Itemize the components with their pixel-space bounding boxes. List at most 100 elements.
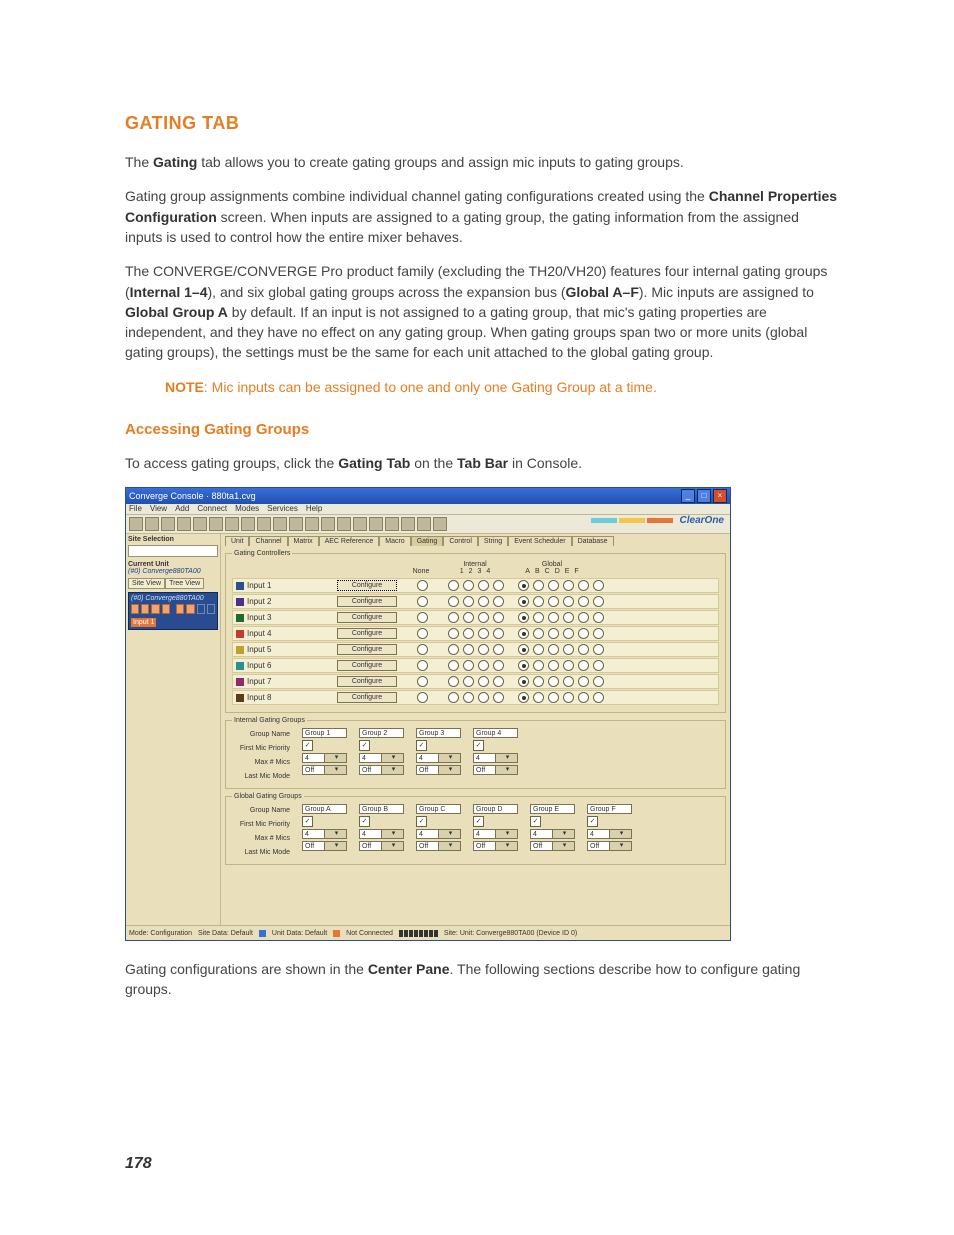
max-mics-dropdown[interactable]: 4▾ — [473, 753, 518, 763]
max-mics-dropdown[interactable]: 4▾ — [359, 829, 404, 839]
radio-global[interactable] — [578, 612, 589, 623]
radio-global[interactable] — [533, 612, 544, 623]
last-mic-dropdown[interactable]: Off▾ — [416, 841, 461, 851]
radio-global[interactable] — [548, 660, 559, 671]
radio-global[interactable] — [563, 660, 574, 671]
radio-global[interactable] — [548, 580, 559, 591]
max-mics-dropdown[interactable]: 4▾ — [416, 829, 461, 839]
radio-global[interactable] — [578, 644, 589, 655]
tab-string[interactable]: String — [478, 536, 508, 546]
max-mics-dropdown[interactable]: 4▾ — [302, 829, 347, 839]
first-mic-checkbox[interactable] — [302, 816, 313, 827]
group-name-input[interactable]: Group B — [359, 804, 404, 814]
minimize-button[interactable]: _ — [681, 489, 695, 503]
radio-internal[interactable] — [463, 612, 474, 623]
first-mic-checkbox[interactable] — [473, 816, 484, 827]
radio-internal[interactable] — [463, 692, 474, 703]
radio-internal[interactable] — [478, 676, 489, 687]
radio-global[interactable] — [518, 644, 529, 655]
toolbar-icon[interactable] — [369, 517, 383, 531]
radio-internal[interactable] — [493, 596, 504, 607]
max-mics-dropdown[interactable]: 4▾ — [359, 753, 404, 763]
last-mic-dropdown[interactable]: Off▾ — [530, 841, 575, 851]
radio-internal[interactable] — [463, 628, 474, 639]
radio-internal[interactable] — [478, 612, 489, 623]
radio-global[interactable] — [548, 692, 559, 703]
radio-internal[interactable] — [493, 676, 504, 687]
radio-internal[interactable] — [463, 644, 474, 655]
radio-global[interactable] — [548, 596, 559, 607]
radio-internal[interactable] — [448, 644, 459, 655]
toolbar-icon[interactable] — [257, 517, 271, 531]
toolbar-icon[interactable] — [417, 517, 431, 531]
configure-button[interactable]: Configure — [337, 596, 397, 607]
toolbar-icon[interactable] — [225, 517, 239, 531]
last-mic-dropdown[interactable]: Off▾ — [416, 765, 461, 775]
radio-global[interactable] — [518, 676, 529, 687]
tab-database[interactable]: Database — [572, 536, 614, 546]
first-mic-checkbox[interactable] — [416, 816, 427, 827]
radio-global[interactable] — [518, 580, 529, 591]
toolbar-icon[interactable] — [305, 517, 319, 531]
group-name-input[interactable]: Group 1 — [302, 728, 347, 738]
radio-global[interactable] — [563, 692, 574, 703]
radio-global[interactable] — [518, 596, 529, 607]
selected-input[interactable]: Input 1 — [131, 618, 156, 627]
last-mic-dropdown[interactable]: Off▾ — [302, 765, 347, 775]
first-mic-checkbox[interactable] — [359, 740, 370, 751]
close-button[interactable]: × — [713, 489, 727, 503]
menu-item[interactable]: Add — [175, 505, 189, 513]
group-name-input[interactable]: Group A — [302, 804, 347, 814]
radio-global[interactable] — [593, 628, 604, 639]
radio-internal[interactable] — [448, 660, 459, 671]
group-name-input[interactable]: Group 4 — [473, 728, 518, 738]
radio-global[interactable] — [533, 628, 544, 639]
radio-global[interactable] — [518, 612, 529, 623]
configure-button[interactable]: Configure — [337, 612, 397, 623]
configure-button[interactable]: Configure — [337, 676, 397, 687]
radio-global[interactable] — [593, 596, 604, 607]
toolbar-icon[interactable] — [353, 517, 367, 531]
max-mics-dropdown[interactable]: 4▾ — [530, 829, 575, 839]
radio-global[interactable] — [563, 644, 574, 655]
window-titlebar[interactable]: Converge Console · 880ta1.cvg _ □ × — [126, 488, 730, 504]
radio-none[interactable] — [417, 580, 428, 591]
radio-global[interactable] — [578, 596, 589, 607]
toolbar-icon[interactable] — [209, 517, 223, 531]
menu-item[interactable]: Connect — [197, 505, 227, 513]
radio-global[interactable] — [548, 644, 559, 655]
radio-internal[interactable] — [493, 644, 504, 655]
radio-global[interactable] — [563, 676, 574, 687]
radio-global[interactable] — [563, 628, 574, 639]
toolbar-icon[interactable] — [433, 517, 447, 531]
radio-internal[interactable] — [448, 692, 459, 703]
radio-internal[interactable] — [478, 692, 489, 703]
first-mic-checkbox[interactable] — [587, 816, 598, 827]
radio-none[interactable] — [417, 644, 428, 655]
toolbar-icon[interactable] — [321, 517, 335, 531]
first-mic-checkbox[interactable] — [473, 740, 484, 751]
radio-internal[interactable] — [463, 676, 474, 687]
radio-internal[interactable] — [493, 628, 504, 639]
toolbar-icon[interactable] — [177, 517, 191, 531]
last-mic-dropdown[interactable]: Off▾ — [587, 841, 632, 851]
toolbar-icon[interactable] — [337, 517, 351, 531]
max-mics-dropdown[interactable]: 4▾ — [416, 753, 461, 763]
radio-global[interactable] — [548, 612, 559, 623]
sidebar-tab-treeview[interactable]: Tree View — [165, 578, 204, 589]
radio-internal[interactable] — [448, 628, 459, 639]
radio-none[interactable] — [417, 628, 428, 639]
tab-event[interactable]: Event Scheduler — [508, 536, 571, 546]
first-mic-checkbox[interactable] — [530, 816, 541, 827]
tab-gating[interactable]: Gating — [411, 536, 444, 546]
configure-button[interactable]: Configure — [337, 692, 397, 703]
radio-internal[interactable] — [463, 596, 474, 607]
toolbar-icon[interactable] — [129, 517, 143, 531]
toolbar-icon[interactable] — [401, 517, 415, 531]
radio-internal[interactable] — [478, 660, 489, 671]
group-name-input[interactable]: Group 2 — [359, 728, 404, 738]
radio-global[interactable] — [548, 676, 559, 687]
radio-global[interactable] — [578, 628, 589, 639]
radio-global[interactable] — [563, 612, 574, 623]
radio-internal[interactable] — [463, 580, 474, 591]
